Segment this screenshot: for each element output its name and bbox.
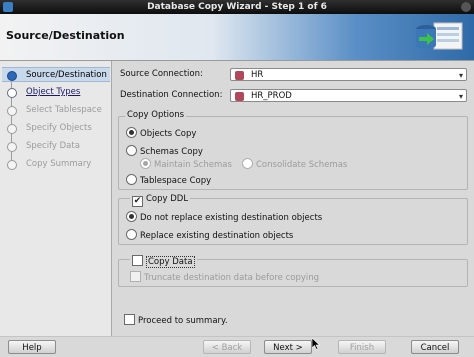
window-close-icon[interactable] [461,2,471,12]
source-connection-value: HR [251,70,264,80]
cancel-button[interactable]: Cancel [411,340,459,354]
proceed-to-summary-checkbox[interactable]: Proceed to summary. [124,314,228,327]
consolidate-schemas-label: Consolidate Schemas [256,160,348,170]
tablespace-copy-radio[interactable]: Tablespace Copy [126,174,211,187]
chevron-down-icon: ▾ [458,71,463,80]
copy-options-legend: Copy Options [125,110,187,120]
copy-ddl-label: Copy DDL [146,194,189,204]
objects-copy-label: Objects Copy [140,129,197,139]
step-icon [7,88,17,98]
maintain-schemas-radio: Maintain Schemas [140,158,232,171]
wizard-content: Source Connection: HR ▾ Destination Conn… [112,61,474,336]
step-object-types[interactable]: Object Types [2,85,110,100]
copy-data-checkbox[interactable]: Copy Data [130,255,197,268]
step-copy-summary: Copy Summary [2,157,110,172]
checkmark-icon: ✔ [132,196,143,207]
radio-selected-icon [126,211,137,222]
window-title-bar: Database Copy Wizard - Step 1 of 6 [0,0,474,14]
step-icon [7,160,17,170]
radio-icon [126,229,137,240]
replace-existing-label: Replace existing destination objects [140,231,294,241]
proceed-to-summary-label: Proceed to summary. [138,316,228,326]
help-button[interactable]: Help [8,340,56,354]
wizard-footer: Help < Back Next > Finish Cancel [0,336,474,357]
step-label: Select Tablespace [26,105,102,115]
finish-button: Finish [338,340,386,354]
connection-icon [235,92,244,101]
step-label: Object Types [26,87,81,97]
database-copy-graphic-icon [416,22,463,50]
truncate-destination-checkbox: Truncate destination data before copying [130,271,319,284]
maintain-schemas-label: Maintain Schemas [154,160,232,170]
radio-selected-icon [126,127,137,138]
checkbox-icon [132,255,143,266]
destination-connection-value: HR_PROD [251,91,292,101]
step-label: Specify Objects [26,123,92,133]
mouse-cursor-icon [312,338,320,350]
step-specify-objects: Specify Objects [2,121,110,136]
step-icon [7,124,17,134]
radio-icon [242,158,253,169]
destination-connection-select[interactable]: HR_PROD ▾ [230,89,467,102]
back-button: < Back [203,340,251,354]
objects-copy-radio[interactable]: Objects Copy [126,127,196,140]
step-icon [7,106,17,116]
step-label: Specify Data [26,141,80,151]
source-connection-label: Source Connection: [120,69,203,79]
copy-data-label: Copy Data [146,256,195,268]
copy-ddl-checkbox[interactable]: ✔ Copy DDL [130,194,191,207]
wizard-steps-nav: Source/Destination Object Types Select T… [0,61,112,336]
consolidate-schemas-radio: Consolidate Schemas [242,158,347,171]
do-not-replace-radio[interactable]: Do not replace existing destination obje… [126,211,322,224]
do-not-replace-label: Do not replace existing destination obje… [140,213,323,223]
next-button[interactable]: Next > [264,340,312,354]
source-connection-select[interactable]: HR ▾ [230,68,467,81]
step-select-tablespace: Select Tablespace [2,103,110,118]
chevron-down-icon: ▾ [458,92,463,101]
step-label: Source/Destination [26,70,107,80]
checkbox-icon [130,271,141,282]
schemas-copy-radio[interactable]: Schemas Copy [126,145,203,158]
step-icon [7,142,17,152]
step-source-destination[interactable]: Source/Destination [2,67,110,82]
step-label: Copy Summary [26,159,92,169]
app-icon [3,2,13,12]
tablespace-copy-label: Tablespace Copy [140,176,212,186]
radio-selected-icon [140,158,151,169]
radio-icon [126,145,137,156]
window-title: Database Copy Wizard - Step 1 of 6 [147,2,327,12]
radio-icon [126,174,137,185]
truncate-destination-label: Truncate destination data before copying [144,273,320,283]
connection-icon [235,71,244,80]
wizard-header: Source/Destination [0,14,474,61]
checkbox-icon [124,314,135,325]
replace-existing-radio[interactable]: Replace existing destination objects [126,229,293,242]
step-specify-data: Specify Data [2,139,110,154]
step-active-icon [7,71,17,81]
destination-connection-label: Destination Connection: [120,90,223,100]
schemas-copy-label: Schemas Copy [140,147,203,157]
page-title: Source/Destination [6,29,125,42]
